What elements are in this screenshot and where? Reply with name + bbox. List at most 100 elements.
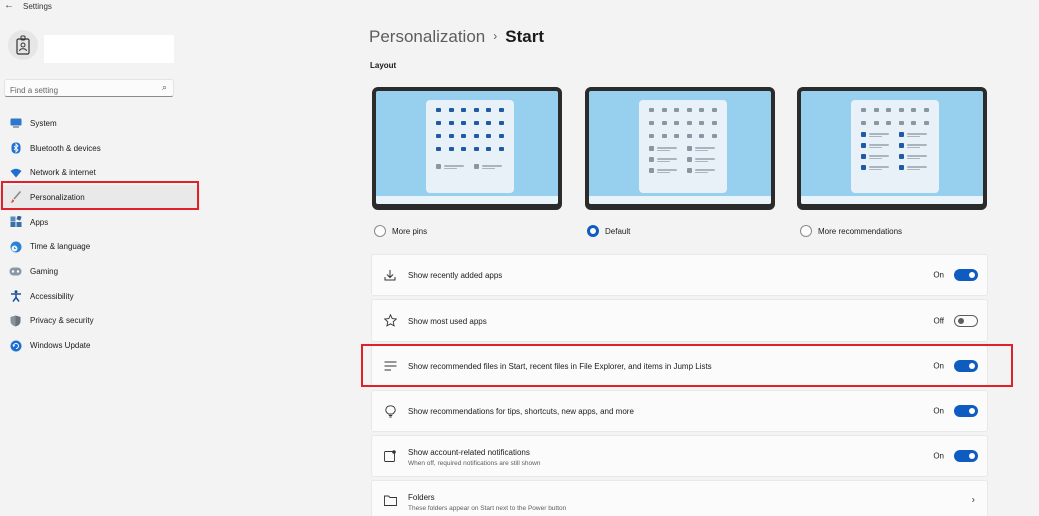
sidebar-item-apps[interactable]: Apps — [0, 210, 200, 235]
recommended-item-line — [695, 161, 708, 162]
pinned-app-tile — [486, 147, 491, 151]
toggle-state-text: On — [933, 270, 944, 280]
recommended-item-line — [657, 150, 670, 151]
pinned-app-tile — [436, 108, 441, 112]
setting-label: Folders — [408, 493, 435, 502]
pinned-app-tile — [473, 147, 479, 151]
radio-button[interactable] — [800, 225, 812, 237]
search-input[interactable] — [5, 82, 145, 99]
pinned-app-tile — [486, 108, 491, 112]
sidebar-item-privacy-security[interactable]: Privacy & security — [0, 309, 200, 334]
pinned-app-tile — [674, 108, 679, 112]
toggle-switch[interactable] — [954, 405, 978, 417]
toggle-state-text: On — [933, 406, 944, 416]
toggle-switch[interactable] — [954, 269, 978, 281]
sidebar-item-time-language[interactable]: Time & language — [0, 234, 200, 259]
layout-preview-default[interactable] — [585, 87, 775, 210]
setting-row-account-notifications[interactable]: Show account-related notifications When … — [371, 435, 988, 477]
sidebar-item-windows-update[interactable]: Windows Update — [0, 333, 200, 358]
recommended-item-line — [657, 158, 677, 160]
pinned-app-tile — [686, 121, 692, 125]
setting-label: Show account-related notifications — [408, 448, 530, 457]
preview-screen — [376, 91, 558, 204]
sidebar-item-gaming[interactable]: Gaming — [0, 259, 200, 284]
start-menu-preview — [426, 100, 514, 193]
sidebar-item-system[interactable]: System — [0, 111, 200, 136]
recommended-item-line — [869, 158, 882, 159]
radio-button-selected[interactable] — [587, 225, 599, 237]
recommended-item-line — [695, 150, 708, 151]
sidebar-nav: System Bluetooth & devices Network & int… — [0, 111, 200, 358]
pinned-app-tile — [473, 108, 479, 112]
search-icon[interactable]: ⌕ — [162, 82, 167, 93]
recommended-item-icon — [474, 164, 479, 169]
recommended-item-line — [444, 168, 457, 169]
setting-row-folders[interactable]: Folders These folders appear on Start ne… — [371, 480, 988, 516]
recommended-item-icon — [899, 132, 904, 137]
radio-option-more-recommendations[interactable]: More recommendations — [800, 225, 902, 237]
sidebar-item-accessibility[interactable]: Accessibility — [0, 284, 200, 309]
layout-preview-more-pins[interactable] — [372, 87, 562, 210]
recommended-item-line — [695, 172, 708, 173]
pinned-app-tile — [911, 108, 916, 112]
pinned-app-tile — [873, 108, 879, 112]
pinned-app-tile — [711, 121, 717, 125]
taskbar-preview — [376, 196, 558, 204]
radio-button[interactable] — [374, 225, 386, 237]
preview-screen — [801, 91, 983, 204]
radio-option-default[interactable]: Default — [587, 225, 630, 237]
layout-section-title: Layout — [370, 61, 397, 70]
search-box[interactable]: ⌕ — [4, 79, 174, 99]
pinned-app-tile — [473, 134, 479, 138]
pinned-app-tile — [861, 121, 866, 125]
apps-icon — [9, 216, 22, 228]
pinned-app-tile — [923, 108, 929, 112]
pinned-app-tile — [699, 108, 704, 112]
setting-row-most-used-apps[interactable]: Show most used apps Off — [371, 299, 988, 342]
sidebar-item-bluetooth-devices[interactable]: Bluetooth & devices — [0, 136, 200, 161]
recommended-item-line — [482, 165, 502, 167]
avatar[interactable] — [8, 30, 38, 60]
setting-row-recently-added-apps[interactable]: Show recently added apps On — [371, 254, 988, 296]
back-arrow-icon[interactable]: ← — [4, 0, 14, 11]
recommended-item-line — [869, 166, 889, 168]
preview-screen — [589, 91, 771, 204]
radio-option-more-pins[interactable]: More pins — [374, 225, 427, 237]
pinned-app-tile — [686, 108, 692, 112]
recommended-item-line — [657, 161, 670, 162]
pinned-app-tile — [461, 108, 466, 112]
setting-label: Show recently added apps — [408, 271, 503, 280]
recommended-item-icon — [861, 165, 866, 170]
pinned-app-tile — [448, 147, 454, 151]
toggle-switch[interactable] — [954, 314, 978, 327]
start-menu-preview — [639, 100, 727, 193]
recommended-item-line — [869, 169, 882, 170]
pinned-app-tile — [461, 121, 466, 125]
setting-row-recommendations-tips[interactable]: Show recommendations for tips, shortcuts… — [371, 390, 988, 432]
title-bar: ← Settings — [0, 0, 1039, 14]
shield-icon — [9, 315, 22, 327]
recommended-item-line — [695, 169, 715, 171]
chevron-right-icon[interactable]: › — [972, 495, 975, 506]
recommended-item-line — [869, 155, 889, 157]
highlight-box-personalization — [1, 181, 199, 210]
breadcrumb-parent[interactable]: Personalization — [369, 27, 485, 46]
pinned-app-tile — [661, 121, 667, 125]
recommended-item-line — [907, 166, 927, 168]
pinned-app-tile — [436, 121, 441, 125]
pinned-app-tile — [699, 134, 704, 138]
pinned-app-tile — [473, 121, 479, 125]
layout-preview-more-recommendations[interactable] — [797, 87, 987, 210]
pinned-app-tile — [674, 121, 679, 125]
toggle-switch[interactable] — [954, 450, 978, 462]
pinned-app-tile — [461, 147, 466, 151]
radio-label: More recommendations — [818, 226, 903, 236]
sidebar-item-label: Apps — [30, 217, 49, 227]
recommended-item-line — [482, 168, 495, 169]
recommended-item-line — [907, 133, 927, 135]
recommended-item-line — [907, 144, 927, 146]
pinned-app-tile — [911, 121, 916, 125]
user-badge-icon — [16, 35, 30, 55]
pinned-app-tile — [674, 134, 679, 138]
pinned-app-tile — [498, 108, 504, 112]
